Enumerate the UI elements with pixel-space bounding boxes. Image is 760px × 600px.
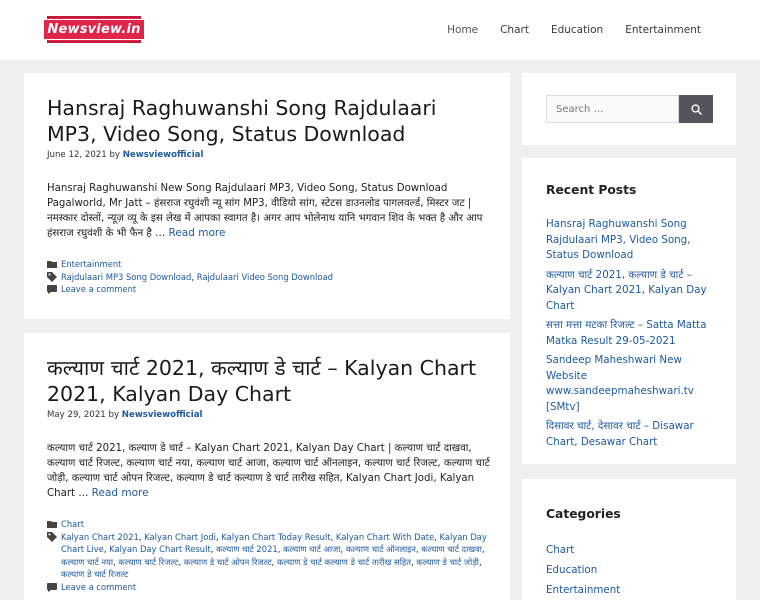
post-author[interactable]: Newsviewofficial (123, 150, 204, 160)
tag-link[interactable]: कल्याण चार्ट ऑनलाइन (346, 544, 416, 554)
folder-icon (47, 258, 61, 271)
main-nav: Home Chart Education Entertainment (436, 0, 712, 60)
recent-post-item: दिसावर चार्ट, देसावर चार्ट – Disawar Cha… (546, 419, 721, 450)
comment-icon (47, 581, 61, 594)
leave-comment-link[interactable]: Leave a comment (61, 582, 136, 592)
leave-comment-link[interactable]: Leave a comment (61, 284, 136, 294)
tag-link[interactable]: कल्याण चार्ट आजा (283, 544, 340, 554)
tag-link[interactable]: कल्याण डे चार्ट ओपन रिजल्ट (184, 557, 272, 567)
recent-posts-widget: Recent Posts Hansraj Raghuwanshi Song Ra… (522, 158, 736, 464)
tag-icon (47, 531, 61, 544)
folder-icon (47, 518, 61, 531)
post-category-link[interactable]: Chart (61, 519, 84, 529)
post-by: by (108, 410, 120, 420)
nav-chart[interactable]: Chart (489, 24, 540, 36)
post-card: Hansraj Raghuwanshi Song Rajdulaari MP3,… (24, 73, 510, 319)
tag-link[interactable]: कल्याण चार्ट नया (61, 557, 113, 567)
post-card: कल्याण चार्ट 2021, कल्याण डे चार्ट – Kal… (24, 333, 510, 600)
categories-list: Chart Education Entertainment (546, 540, 721, 600)
tag-link[interactable]: कल्याण चार्ट 2021 (216, 544, 278, 554)
tag-icon (47, 271, 61, 284)
post-footer-meta: Entertainment Rajdulaari MP3 Song Downlo… (47, 258, 493, 296)
tag-link[interactable]: Kalyan Chart With Date (336, 532, 434, 542)
tag-link[interactable]: कल्याण चार्ट दाखवा (421, 544, 482, 554)
tag-link[interactable]: कल्याण डे चार्ट रिजल्ट (61, 569, 128, 579)
search-icon (690, 100, 702, 119)
categories-widget: Categories Chart Education Entertainment (522, 479, 736, 600)
nav-entertainment[interactable]: Entertainment (614, 24, 712, 36)
comment-icon (47, 283, 61, 296)
recent-post-link[interactable]: Hansraj Raghuwanshi Song Rajdulaari MP3,… (546, 218, 691, 261)
tag-link[interactable]: Kalyan Chart Jodi (144, 532, 216, 542)
post-meta: May 29, 2021 by Newsviewofficial (47, 410, 202, 420)
tag-link[interactable]: कल्याण चार्ट रिजल्ट (118, 557, 178, 567)
nav-home[interactable]: Home (436, 24, 489, 36)
post-category-link[interactable]: Entertainment (61, 259, 121, 269)
post-footer-meta: Chart Kalyan Chart 2021, Kalyan Chart Jo… (47, 518, 493, 594)
tag-link[interactable]: Kalyan Chart 2021 (61, 532, 139, 542)
tag-link[interactable]: कल्याण डे चार्ट कल्याण डे चार्ट तारीख सह… (277, 557, 411, 567)
post-title[interactable]: कल्याण चार्ट 2021, कल्याण डे चार्ट – Kal… (47, 355, 487, 407)
widget-title: Recent Posts (546, 183, 637, 197)
category-link[interactable]: Entertainment (546, 584, 620, 596)
recent-post-item: सत्ता मत्ता मटका रिजल्ट – Satta Matta Ma… (546, 318, 721, 349)
post-meta: June 12, 2021 by Newsviewofficial (47, 150, 203, 160)
recent-post-link[interactable]: दिसावर चार्ट, देसावर चार्ट – Disawar Cha… (546, 420, 694, 448)
search-input[interactable] (546, 95, 679, 123)
search-widget (522, 73, 736, 145)
site-header: Newsview.in Home Chart Education Enterta… (0, 0, 760, 60)
recent-post-item: Hansraj Raghuwanshi Song Rajdulaari MP3,… (546, 217, 721, 264)
category-item: Education (546, 560, 721, 580)
tag-link[interactable]: Kalyan Chart Today Result (221, 532, 330, 542)
category-item: Entertainment (546, 580, 721, 600)
recent-post-link[interactable]: कल्याण चार्ट 2021, कल्याण डे चार्ट – Kal… (546, 269, 707, 312)
read-more-link[interactable]: Read more (169, 227, 226, 239)
category-link[interactable]: Education (546, 564, 597, 576)
site-logo[interactable]: Newsview.in (43, 16, 145, 43)
recent-post-link[interactable]: सत्ता मत्ता मटका रिजल्ट – Satta Matta Ma… (546, 319, 706, 347)
recent-post-item: Sandeep Maheshwari New Website www.sande… (546, 353, 721, 415)
post-author[interactable]: Newsviewofficial (122, 410, 203, 420)
post-excerpt: Hansraj Raghuwanshi New Song Rajdulaari … (47, 181, 493, 241)
nav-education[interactable]: Education (540, 24, 614, 36)
read-more-link[interactable]: Read more (92, 487, 149, 499)
logo-text: Newsview.in (43, 19, 145, 40)
post-title[interactable]: Hansraj Raghuwanshi Song Rajdulaari MP3,… (47, 95, 487, 147)
category-link[interactable]: Chart (546, 544, 574, 556)
tag-link[interactable]: कल्याण डे चार्ट जोड़ी (416, 557, 479, 567)
post-tags: Rajdulaari MP3 Song Download, Rajdulaari… (61, 271, 333, 282)
post-date[interactable]: May 29, 2021 (47, 410, 106, 420)
tag-link[interactable]: Rajdulaari Video Song Download (197, 272, 333, 282)
post-tags: Kalyan Chart 2021, Kalyan Chart Jodi, Ka… (61, 531, 487, 580)
recent-post-item: कल्याण चार्ट 2021, कल्याण डे चार्ट – Kal… (546, 268, 721, 315)
recent-posts-list: Hansraj Raghuwanshi Song Rajdulaari MP3,… (546, 217, 721, 450)
category-item: Chart (546, 540, 721, 560)
search-button[interactable] (679, 95, 713, 123)
post-excerpt: कल्याण चार्ट 2021, कल्याण डे चार्ट – Kal… (47, 441, 493, 501)
tag-link[interactable]: Kalyan Day Chart Result (109, 544, 211, 554)
post-by: by (109, 150, 120, 160)
tag-link[interactable]: Rajdulaari MP3 Song Download (61, 272, 191, 282)
recent-post-link[interactable]: Sandeep Maheshwari New Website www.sande… (546, 354, 694, 413)
post-date[interactable]: June 12, 2021 (47, 150, 107, 160)
excerpt-text: Hansraj Raghuwanshi New Song Rajdulaari … (47, 183, 483, 239)
widget-title: Categories (546, 507, 621, 521)
